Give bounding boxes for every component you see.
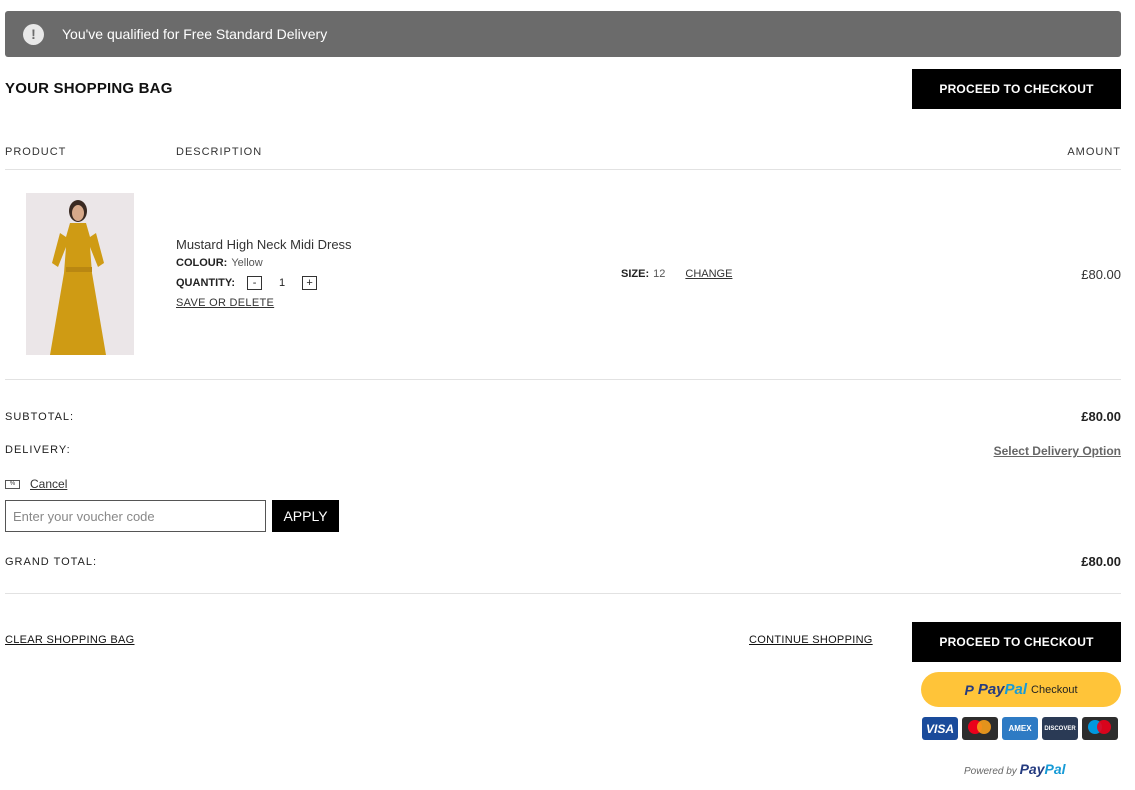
quantity-decrease-button[interactable]: - [247, 276, 263, 290]
grand-total-label: GRAND TOTAL: [5, 556, 98, 568]
colour-row: COLOUR: Yellow [176, 257, 263, 269]
grand-total-value: £80.00 [1081, 554, 1121, 569]
page-title: YOUR SHOPPING BAG [5, 80, 173, 97]
cancel-voucher-link[interactable]: Cancel [30, 477, 67, 491]
product-name[interactable]: Mustard High Neck Midi Dress [176, 237, 352, 252]
change-size-link[interactable]: CHANGE [685, 268, 732, 280]
powered-by-label: Powered by [964, 766, 1017, 777]
voucher-icon: % [5, 480, 20, 489]
column-header-product: PRODUCT [5, 146, 67, 158]
proceed-to-checkout-button-bottom[interactable]: PROCEED TO CHECKOUT [912, 622, 1121, 662]
delivery-label: DELIVERY: [5, 444, 71, 456]
size-value: 12 [653, 268, 666, 280]
quantity-value: 1 [279, 277, 286, 289]
visa-icon: VISA [922, 717, 958, 740]
colour-value: Yellow [231, 257, 263, 269]
paypal-logo-small: PayPal [1019, 761, 1066, 777]
subtotal-label: SUBTOTAL: [5, 411, 75, 423]
amex-icon: AMEX [1002, 717, 1038, 740]
divider [5, 379, 1121, 380]
powered-by-paypal: Powered by PayPal [964, 761, 1066, 777]
banner-message: You've qualified for Free Standard Deliv… [62, 26, 328, 42]
payment-cards: VISA AMEX DISCOVER [922, 717, 1118, 740]
discover-icon: DISCOVER [1042, 717, 1078, 740]
quantity-label: QUANTITY: [176, 276, 236, 289]
proceed-to-checkout-button[interactable]: PROCEED TO CHECKOUT [912, 69, 1121, 109]
quantity-increase-button[interactable]: + [302, 276, 318, 290]
column-header-description: DESCRIPTION [176, 146, 263, 158]
size-row: SIZE: 12 CHANGE [621, 268, 732, 280]
continue-shopping-link[interactable]: CONTINUE SHOPPING [749, 634, 873, 646]
colour-label: COLOUR: [176, 257, 228, 269]
subtotal-value: £80.00 [1081, 409, 1121, 424]
paypal-checkout-button[interactable]: P PayPal Checkout [921, 672, 1121, 707]
paypal-icon: P [964, 681, 974, 698]
paypal-logo: PayPal [977, 681, 1028, 698]
free-delivery-banner: ! You've qualified for Free Standard Del… [5, 11, 1121, 57]
quantity-row: QUANTITY: - 1 + [176, 276, 318, 290]
item-amount: £80.00 [1081, 267, 1121, 282]
divider [5, 169, 1121, 170]
column-header-amount: AMOUNT [1067, 146, 1121, 158]
product-image[interactable] [26, 193, 134, 355]
size-label: SIZE: [621, 268, 650, 280]
clear-shopping-bag-link[interactable]: CLEAR SHOPPING BAG [5, 634, 135, 646]
alert-icon: ! [23, 23, 44, 45]
save-or-delete-link[interactable]: SAVE OR DELETE [176, 297, 274, 309]
select-delivery-option-link[interactable]: Select Delivery Option [994, 444, 1121, 458]
paypal-checkout-label: Checkout [1031, 683, 1078, 696]
apply-voucher-button[interactable]: APPLY [272, 500, 339, 532]
mastercard-icon [962, 717, 998, 740]
divider [5, 593, 1121, 594]
product-photo-icon [26, 193, 134, 355]
maestro-icon [1082, 717, 1118, 740]
voucher-code-input[interactable] [5, 500, 266, 532]
